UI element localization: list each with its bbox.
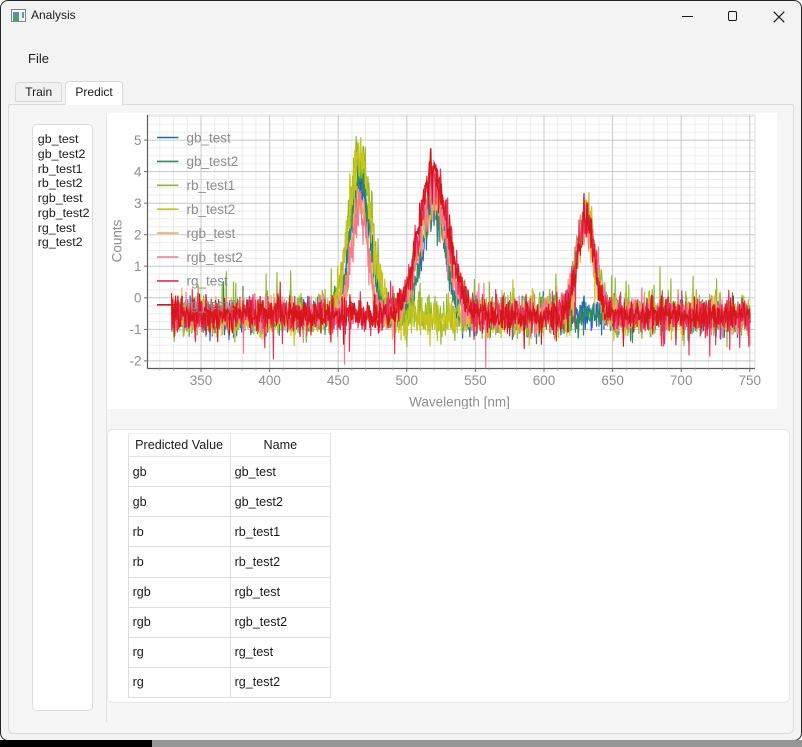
svg-text:550: 550: [464, 373, 487, 388]
svg-text:1: 1: [134, 259, 142, 274]
svg-text:650: 650: [601, 373, 624, 388]
svg-text:4: 4: [134, 164, 142, 179]
svg-text:Counts: Counts: [110, 219, 125, 262]
svg-text:rgb_test: rgb_test: [187, 226, 236, 241]
svg-text:-2: -2: [129, 354, 141, 369]
svg-text:gb_test: gb_test: [187, 130, 232, 145]
svg-text:3: 3: [134, 196, 142, 211]
svg-text:450: 450: [327, 373, 350, 388]
svg-text:rg_test2: rg_test2: [187, 298, 236, 313]
svg-text:600: 600: [533, 373, 556, 388]
svg-text:rg_test: rg_test: [187, 274, 229, 289]
svg-text:350: 350: [190, 373, 213, 388]
svg-text:rb_test1: rb_test1: [187, 178, 236, 193]
svg-text:gb_test2: gb_test2: [187, 154, 239, 169]
svg-text:2: 2: [134, 227, 142, 242]
svg-text:rgb_test2: rgb_test2: [187, 250, 243, 265]
svg-text:rb_test2: rb_test2: [187, 202, 236, 217]
svg-text:700: 700: [670, 373, 693, 388]
svg-text:0: 0: [134, 291, 142, 306]
svg-text:400: 400: [258, 373, 281, 388]
svg-text:750: 750: [739, 373, 762, 388]
svg-text:-1: -1: [129, 322, 141, 337]
svg-text:Wavelength [nm]: Wavelength [nm]: [409, 395, 510, 410]
svg-text:500: 500: [396, 373, 419, 388]
svg-text:5: 5: [134, 133, 142, 148]
